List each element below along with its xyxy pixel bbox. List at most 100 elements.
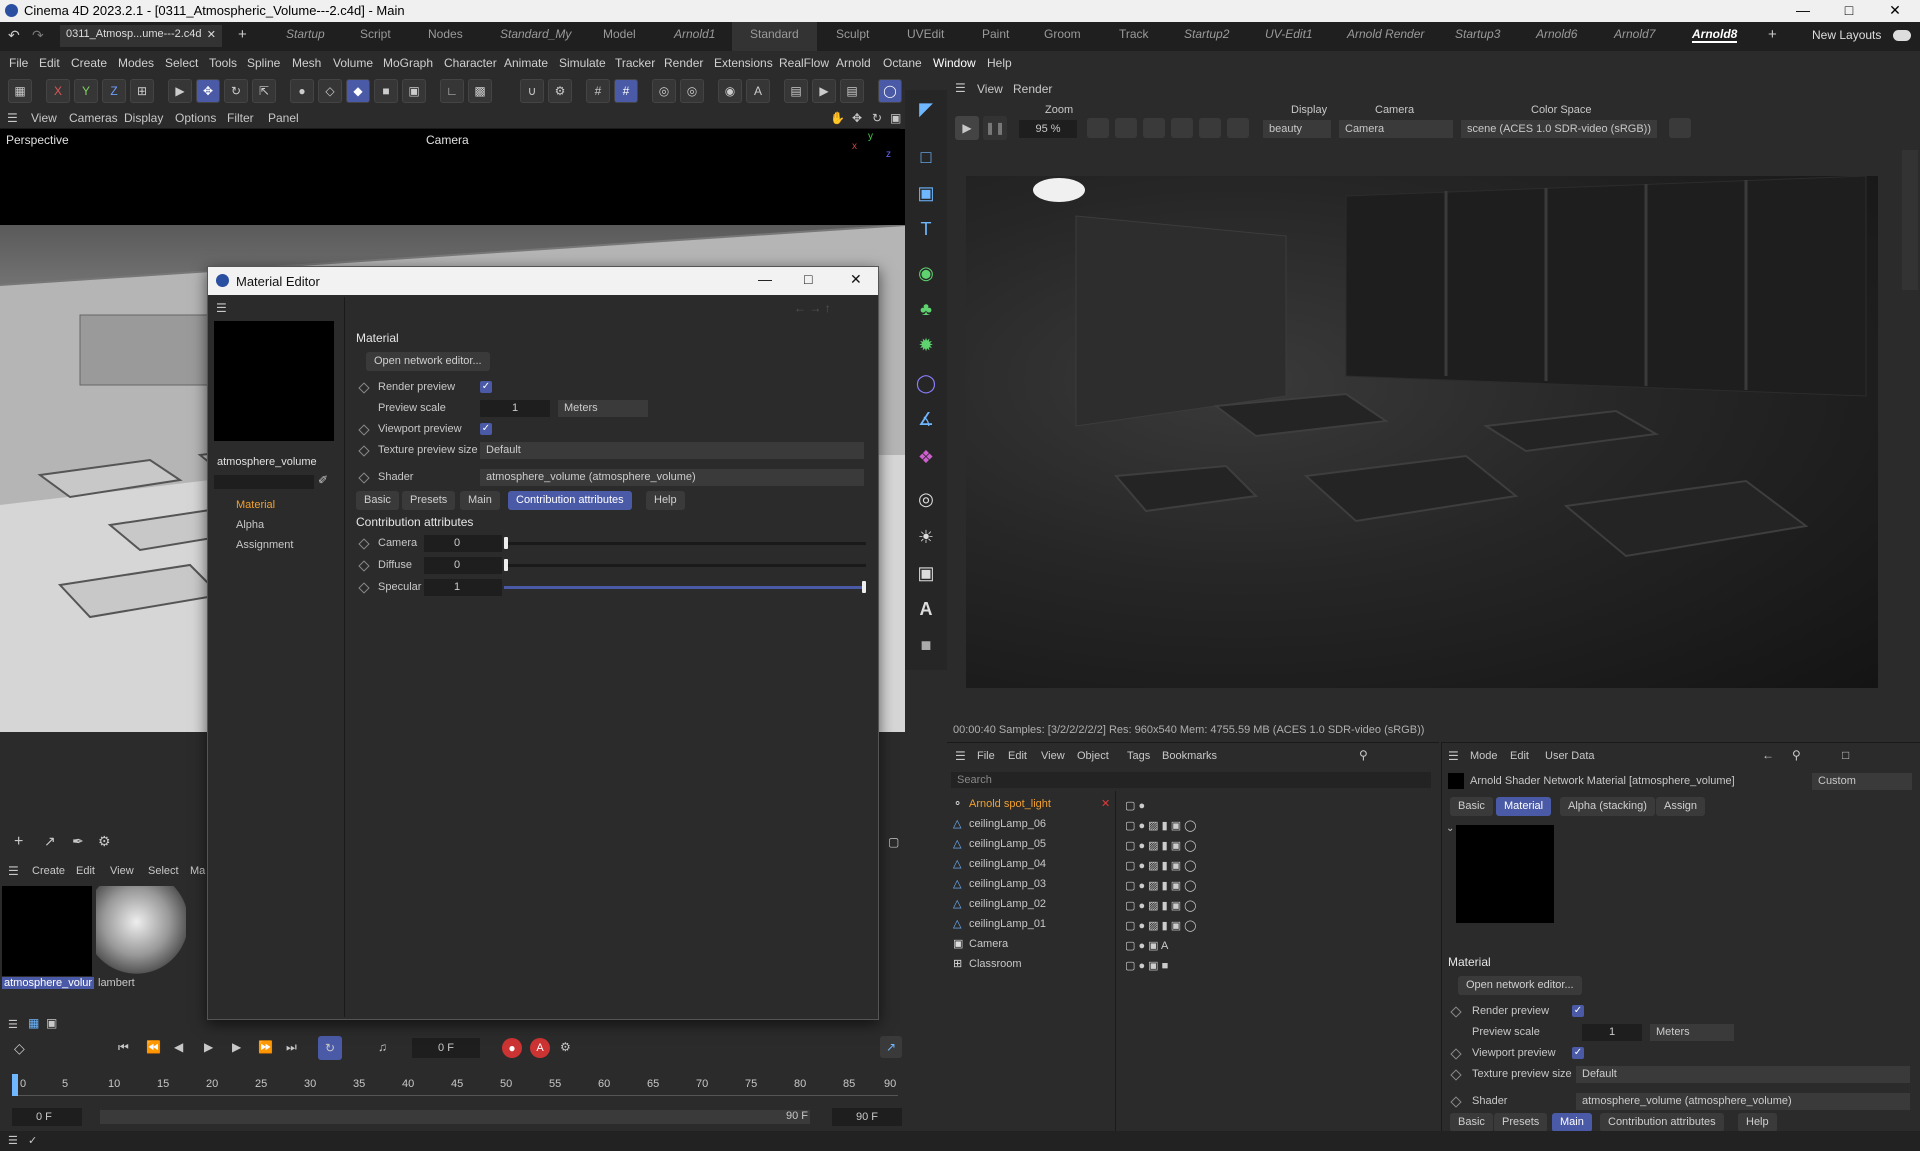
me-contrib-camera-slider-knob[interactable] bbox=[504, 537, 508, 549]
add-layout-icon[interactable]: + bbox=[1768, 26, 1777, 43]
object-row-arnold-spot-light[interactable]: ⚬ Arnold spot_light ✕ bbox=[953, 797, 1110, 815]
render-hamburger-icon[interactable]: ☰ bbox=[955, 81, 966, 95]
sound-icon[interactable]: ♫ bbox=[378, 1040, 387, 1054]
viewport-menu-cameras[interactable]: Cameras bbox=[69, 111, 118, 125]
text-spline-icon[interactable]: A bbox=[913, 596, 939, 622]
am-bottom-tab-basic[interactable]: Basic bbox=[1450, 1113, 1493, 1132]
me-contrib-camera-field[interactable]: 0 bbox=[424, 535, 502, 552]
menu-modes[interactable]: Modes bbox=[118, 56, 154, 70]
tag-icons-row-7[interactable]: ▢ ● ▨ ▮ ▣ ◯ bbox=[1125, 919, 1196, 932]
menu-edit[interactable]: Edit bbox=[39, 56, 60, 70]
tag-icons-row-3[interactable]: ▢ ● ▨ ▮ ▣ ◯ bbox=[1125, 839, 1196, 852]
workplane-button[interactable]: # bbox=[614, 79, 638, 103]
am-keyframe-icon[interactable] bbox=[1450, 1096, 1462, 1108]
timeline-playhead[interactable] bbox=[12, 1074, 18, 1096]
layout-tab-groom[interactable]: Groom bbox=[1044, 27, 1081, 41]
me-keyframe-icon[interactable] bbox=[358, 472, 370, 484]
range-slider[interactable] bbox=[100, 1110, 810, 1124]
keyframe-diamond-icon[interactable]: ◇ bbox=[14, 1040, 25, 1057]
cube-icon[interactable]: ▣ bbox=[913, 180, 939, 206]
me-viewport-preview-checkbox[interactable]: ✓ bbox=[480, 423, 492, 435]
mm-menu-create[interactable]: Create bbox=[32, 865, 65, 877]
aov-icon[interactable] bbox=[1171, 118, 1193, 138]
menu-file[interactable]: File bbox=[9, 56, 28, 70]
start-frame-field[interactable]: 0 F bbox=[12, 1108, 82, 1126]
viewport-menu-filter[interactable]: Filter bbox=[227, 111, 254, 125]
prev-frame-button[interactable]: ◀ bbox=[174, 1040, 183, 1054]
document-tab[interactable]: 0311_Atmosp...ume---2.c4d ✕ bbox=[60, 25, 222, 47]
layout-tab-startup3[interactable]: Startup3 bbox=[1455, 27, 1500, 41]
rectangle-icon[interactable]: □ bbox=[913, 144, 939, 170]
key-settings-icon[interactable]: ⚙ bbox=[560, 1040, 571, 1054]
me-keyframe-icon[interactable] bbox=[358, 445, 370, 457]
display-select[interactable]: beauty bbox=[1263, 120, 1331, 138]
layout-tab-arnold-render[interactable]: Arnold Render bbox=[1347, 27, 1424, 41]
minimize-button[interactable]: — bbox=[1780, 0, 1826, 22]
me-contrib-camera-slider[interactable] bbox=[504, 537, 866, 549]
soft-selection-button[interactable]: ◎ bbox=[680, 79, 704, 103]
am-menu-mode[interactable]: Mode bbox=[1470, 750, 1498, 762]
play-render-button[interactable]: ▶ bbox=[955, 116, 979, 140]
menu-spline[interactable]: Spline bbox=[247, 56, 280, 70]
redo-icon[interactable]: ↷ bbox=[32, 27, 44, 44]
snap-magnet-button[interactable]: ∪ bbox=[520, 79, 544, 103]
light-icon[interactable]: ☀ bbox=[913, 524, 939, 550]
texture-mode-button[interactable]: ▩ bbox=[468, 79, 492, 103]
object-row-camera[interactable]: ▣ Camera bbox=[953, 937, 1008, 955]
am-collapse-icon[interactable]: ⌄ bbox=[1446, 823, 1454, 834]
zoom-field[interactable]: 95 % bbox=[1019, 120, 1077, 138]
viewport-camera-label[interactable]: Camera bbox=[426, 133, 469, 147]
render-menu-render[interactable]: Render bbox=[1013, 82, 1052, 96]
me-tab-presets[interactable]: Presets bbox=[402, 491, 456, 510]
menu-create[interactable]: Create bbox=[71, 56, 107, 70]
layout-tab-script[interactable]: Script bbox=[360, 27, 391, 41]
am-preview-scale-field[interactable]: 1 bbox=[1582, 1024, 1642, 1041]
x-axis-button[interactable]: X bbox=[46, 79, 70, 103]
play-button[interactable]: ▶ bbox=[204, 1040, 213, 1054]
object-row-ceilinglamp-03[interactable]: △ ceilingLamp_03 bbox=[953, 877, 1046, 895]
me-channel-alpha[interactable]: Alpha bbox=[236, 519, 264, 531]
layout-tab-arnold7[interactable]: Arnold7 bbox=[1614, 27, 1655, 41]
am-search-icon[interactable]: ⚲ bbox=[1792, 748, 1801, 762]
am-menu-user-data[interactable]: User Data bbox=[1545, 750, 1595, 762]
om-menu-bookmarks[interactable]: Bookmarks bbox=[1162, 750, 1217, 762]
record-button[interactable]: ● bbox=[502, 1038, 522, 1058]
object-row-ceilinglamp-04[interactable]: △ ceilingLamp_04 bbox=[953, 857, 1046, 875]
me-channel-material[interactable]: Material bbox=[236, 499, 275, 511]
preview-end-field[interactable]: 90 F bbox=[786, 1110, 808, 1122]
axis-mode-button[interactable]: ∟ bbox=[440, 79, 464, 103]
am-preview-scale-unit-select[interactable]: Meters bbox=[1650, 1024, 1734, 1041]
tag-icons-row-2[interactable]: ▢ ● ▨ ▮ ▣ ◯ bbox=[1125, 819, 1196, 832]
colorspace-select[interactable]: scene (ACES 1.0 SDR-video (sRGB)) bbox=[1461, 120, 1657, 138]
mm-menu-view[interactable]: View bbox=[110, 865, 134, 877]
am-keyframe-icon[interactable] bbox=[1450, 1006, 1462, 1018]
layout-tab-arnold8[interactable]: Arnold8 bbox=[1692, 27, 1738, 43]
am-hamburger-icon[interactable]: ☰ bbox=[1448, 749, 1459, 763]
me-contrib-specular-slider-knob[interactable] bbox=[862, 581, 866, 593]
mm-menu-ma[interactable]: Ma bbox=[190, 865, 205, 877]
timeline-ruler[interactable]: 0 5 10 15 20 25 30 35 40 45 50 55 60 65 … bbox=[12, 1074, 898, 1096]
om-menu-view[interactable]: View bbox=[1041, 750, 1065, 762]
object-row-ceilinglamp-05[interactable]: △ ceilingLamp_05 bbox=[953, 837, 1046, 855]
z-axis-button[interactable]: Z bbox=[102, 79, 126, 103]
menu-volume[interactable]: Volume bbox=[333, 56, 373, 70]
om-menu-edit[interactable]: Edit bbox=[1008, 750, 1027, 762]
delete-tag-icon[interactable]: ✕ bbox=[1101, 797, 1110, 810]
select-tool-button[interactable]: ▶ bbox=[168, 79, 192, 103]
me-preview-scale-unit-select[interactable]: Meters bbox=[558, 400, 648, 417]
me-texture-preview-select[interactable]: Default bbox=[480, 442, 864, 459]
me-contrib-specular-slider[interactable] bbox=[504, 581, 866, 593]
add-tab-icon[interactable]: + bbox=[238, 26, 247, 43]
render-image[interactable] bbox=[966, 176, 1878, 688]
menu-realflow[interactable]: RealFlow bbox=[779, 56, 829, 70]
am-tab-basic[interactable]: Basic bbox=[1450, 797, 1493, 816]
points-mode-button[interactable]: ● bbox=[290, 79, 314, 103]
object-row-classroom[interactable]: ⊞ Classroom bbox=[953, 957, 1022, 975]
me-keyframe-icon[interactable] bbox=[358, 582, 370, 594]
pause-render-button[interactable]: ❚❚ bbox=[983, 116, 1007, 140]
am-render-preview-checkbox[interactable]: ✓ bbox=[1572, 1005, 1584, 1017]
polygons-mode-button[interactable]: ◆ bbox=[346, 79, 370, 103]
new-layouts-label[interactable]: New Layouts bbox=[1812, 28, 1881, 42]
layout-tab-standard-my[interactable]: Standard_My bbox=[500, 27, 571, 41]
am-lock-icon[interactable]: □ bbox=[1842, 748, 1849, 762]
